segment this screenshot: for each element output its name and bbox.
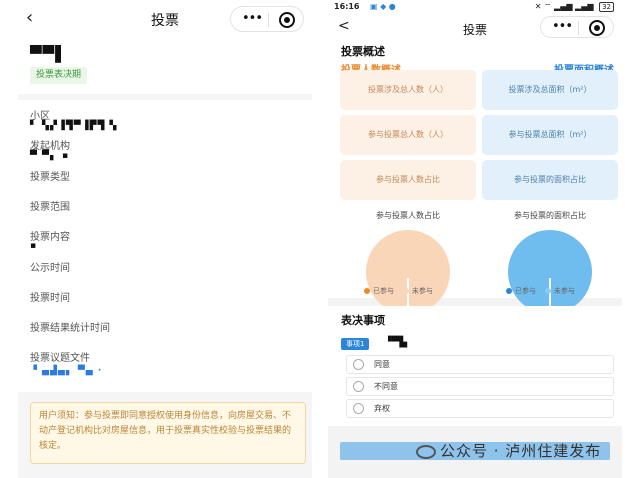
mini-program-capsule: ••• xyxy=(540,16,614,38)
vote-header: ▀▀▌ 投票表决期 xyxy=(18,38,312,94)
status-badge: 投票表决期 xyxy=(30,67,88,84)
option-label: 不同意 xyxy=(374,382,398,391)
field-value-community: ▘ ▚▞▐▜▀▐▛▜ ▚ xyxy=(30,121,118,131)
total-people-box: 投票涉及总人数（人） xyxy=(340,70,476,110)
screenshot-composite: ‹ 投票 ••• ▀▀▌ 投票表决期 小区 ▘ ▚▞▐▜▀▐▛▜ ▚ 发起机构 … xyxy=(0,0,640,478)
people-ratio-box: 参与投票人数占比 xyxy=(340,160,476,200)
option-disagree[interactable]: 不同意 xyxy=(346,377,614,396)
legend-label-participated: 已参与 xyxy=(515,287,536,295)
field-label-vote-type: 投票类型 xyxy=(30,172,70,183)
capsule-divider xyxy=(578,21,579,35)
status-bar: 16:16 ▣ ◆ ● ✕ ⌔ ▂▄▆ ▂▄▆ 32 xyxy=(328,0,622,16)
option-label: 弃权 xyxy=(374,404,390,413)
legend-label-not-participated: 未参与 xyxy=(553,287,575,295)
signal-icons: ✕ ⌔ ▂▄▆ ▂▄▆ 32 xyxy=(535,2,614,12)
legend-dot-participated xyxy=(506,288,512,294)
capsule-divider xyxy=(268,13,269,27)
radio-icon[interactable] xyxy=(353,359,364,370)
matter-name: ▝▀▙ xyxy=(384,337,408,348)
nav-bar: < 投票 ••• xyxy=(328,16,622,40)
more-icon[interactable]: ••• xyxy=(242,11,263,26)
vote-matters-card: 表决事项 事项1 ▝▀▙ 同意 不同意 弃权 xyxy=(328,306,622,426)
legend-dot-not-participated xyxy=(402,288,409,294)
topic-file-link[interactable]: ▝ ▄▟▄▖ ▀▄ · xyxy=(30,366,102,376)
legend-label-participated: 已参与 xyxy=(373,287,394,295)
people-pie-chart xyxy=(366,230,450,314)
field-label-initiator: 发起机构 xyxy=(30,141,70,152)
field-label-vote-scope: 投票范围 xyxy=(30,202,70,213)
area-pie-caption: 参与投票的面积占比 xyxy=(514,211,586,220)
battery-icon: 32 xyxy=(599,2,614,12)
area-pie-legend: 已参与 未参与 xyxy=(506,286,575,296)
voted-people-box: 参与投票总人数（人） xyxy=(340,115,476,155)
radio-icon[interactable] xyxy=(353,403,364,414)
status-time: 16:16 xyxy=(334,2,360,11)
nav-bar: ‹ 投票 ••• xyxy=(18,0,312,38)
more-icon[interactable]: ••• xyxy=(552,19,573,34)
vote-title: ▀▀▌ xyxy=(30,45,68,63)
total-area-box: 投票涉及总面积（m²） xyxy=(482,70,618,110)
legend-dot-participated xyxy=(364,288,370,294)
field-value-vote-content: ▪ xyxy=(30,241,38,251)
signal-wifi-icon: ✕ ⌔ ▂▄▆ ▂▄▆ xyxy=(534,2,594,11)
wechat-icon xyxy=(416,444,436,459)
option-label: 同意 xyxy=(374,360,390,369)
close-target-icon[interactable] xyxy=(589,20,605,36)
matter-tag: 事项1 xyxy=(341,338,370,350)
field-label-topic-file: 投票议题文件 xyxy=(30,353,90,364)
voted-area-box: 参与投票总面积（m²） xyxy=(482,115,618,155)
people-pie-caption: 参与投票人数占比 xyxy=(376,211,440,220)
legend-label-not-participated: 未参与 xyxy=(411,287,433,295)
close-target-icon[interactable] xyxy=(279,12,295,28)
mini-program-capsule: ••• xyxy=(230,6,304,32)
user-notice: 用户须知：参与投票即同意授权使用身份信息，向房屋交易、不动产登记机构比对房屋信息… xyxy=(30,402,306,464)
legend-dot-not-participated xyxy=(544,288,551,294)
vote-info-list: 小区 ▘ ▚▞▐▜▀▐▛▜ ▚ 发起机构 ▀ ▀▖ ▪ 投票类型 投票范围 投票… xyxy=(18,100,312,392)
people-pie-legend: 已参与 未参与 xyxy=(364,286,433,296)
option-agree[interactable]: 同意 xyxy=(346,355,614,374)
watermark-text: 公众号 · 泸州住建发布 xyxy=(440,442,602,460)
notification-icons: ▣ ◆ ● xyxy=(370,2,396,11)
area-ratio-box: 参与投票的面积占比 xyxy=(482,160,618,200)
vote-detail-screen: ‹ 投票 ••• ▀▀▌ 投票表决期 小区 ▘ ▚▞▐▜▀▐▛▜ ▚ 发起机构 … xyxy=(18,0,312,478)
section-title-matters: 表决事项 xyxy=(341,314,385,327)
field-label-publicity-time: 公示时间 xyxy=(30,263,70,274)
vote-overview-card: 投票概述 投票人数概述 投票面积概述 投票涉及总人数（人） 投票涉及总面积（m²… xyxy=(328,40,622,314)
field-value-initiator: ▀ ▀▖ ▪ xyxy=(30,151,70,161)
field-label-vote-time: 投票时间 xyxy=(30,293,70,304)
section-title-overview: 投票概述 xyxy=(341,45,385,58)
area-pie-chart xyxy=(508,230,592,314)
radio-icon[interactable] xyxy=(353,381,364,392)
option-abstain[interactable]: 弃权 xyxy=(346,399,614,418)
field-label-result-time: 投票结果统计时间 xyxy=(30,323,110,334)
field-label-community: 小区 xyxy=(30,111,50,122)
watermark: 公众号 · 泸州住建发布 xyxy=(416,440,601,461)
vote-overview-screen: 16:16 ▣ ◆ ● ✕ ⌔ ▂▄▆ ▂▄▆ 32 < 投票 ••• 投票概述… xyxy=(328,0,622,478)
